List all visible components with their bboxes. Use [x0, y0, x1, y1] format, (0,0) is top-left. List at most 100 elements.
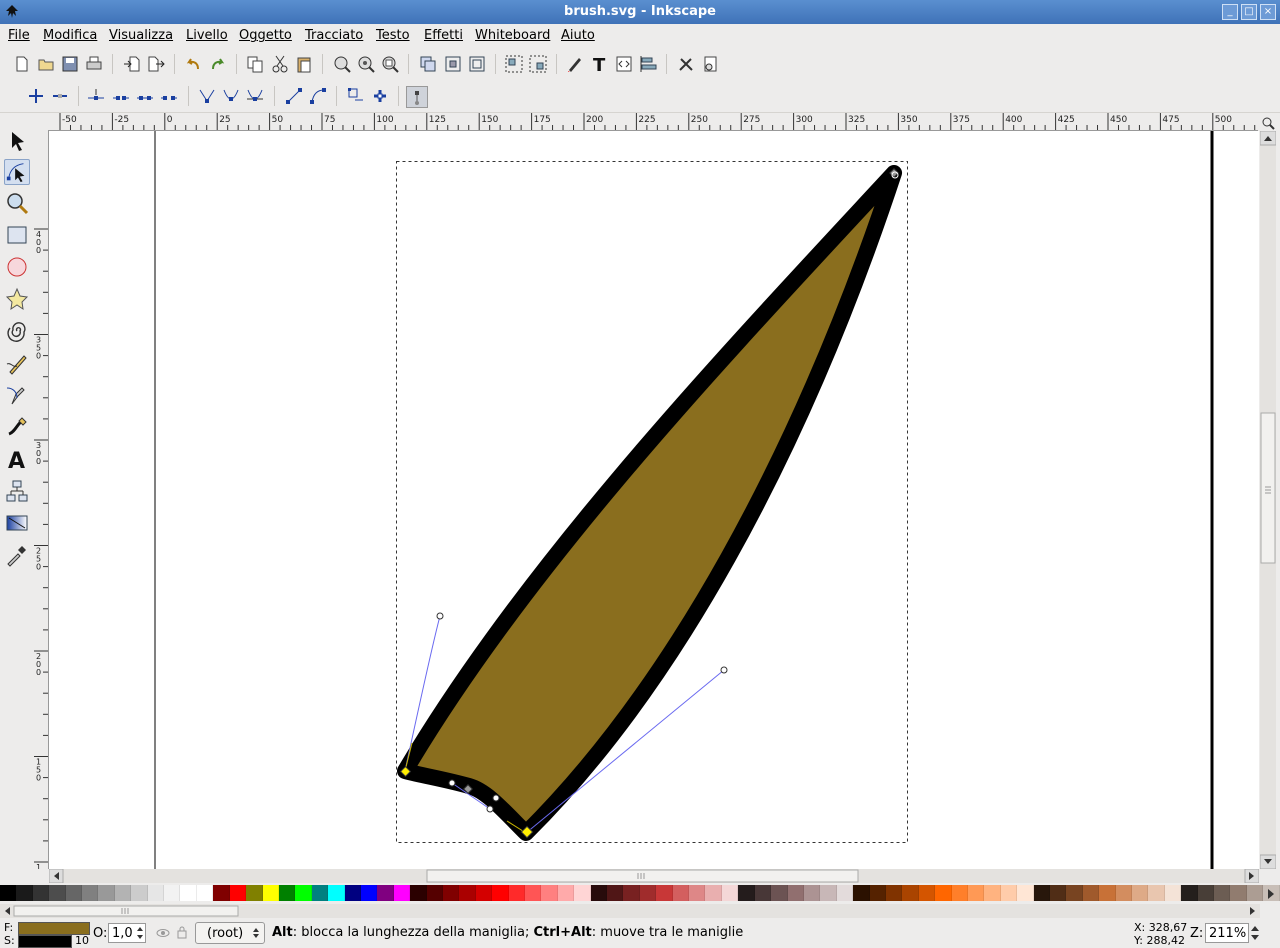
delete-node-icon[interactable]	[50, 86, 70, 106]
document-properties-icon[interactable]	[700, 54, 720, 74]
group-icon[interactable]	[504, 54, 524, 74]
redo-icon[interactable]	[208, 54, 228, 74]
color-swatch[interactable]	[1197, 885, 1215, 901]
color-swatch[interactable]	[344, 885, 361, 901]
insert-node-icon[interactable]	[26, 86, 46, 106]
save-icon[interactable]	[60, 54, 80, 74]
spiral-tool-icon[interactable]	[4, 318, 30, 344]
color-swatch[interactable]	[984, 885, 1001, 901]
calligraphy-tool-icon[interactable]	[4, 414, 30, 440]
print-icon[interactable]	[84, 54, 104, 74]
bezier-handle[interactable]	[486, 805, 494, 813]
pencil-tool-icon[interactable]	[4, 350, 30, 376]
break-path-icon[interactable]	[111, 86, 131, 106]
drawing-canvas[interactable]	[49, 131, 1259, 869]
zoom-corner-icon[interactable]	[1261, 116, 1275, 130]
zoom-selection-icon[interactable]	[332, 54, 352, 74]
stroke-to-path-icon[interactable]	[370, 86, 390, 106]
open-icon[interactable]	[36, 54, 56, 74]
export-icon[interactable]	[146, 54, 166, 74]
zoom-spin-icon[interactable]	[1250, 924, 1260, 942]
color-swatch[interactable]	[442, 885, 460, 901]
align-icon[interactable]	[638, 54, 658, 74]
palette-scrollbar[interactable]	[0, 904, 1260, 918]
color-swatch[interactable]	[278, 885, 296, 901]
preferences-icon[interactable]	[676, 54, 696, 74]
curve-segment-icon[interactable]	[308, 86, 328, 106]
color-swatch[interactable]	[98, 885, 115, 901]
unlink-clone-icon[interactable]	[467, 54, 487, 74]
undo-icon[interactable]	[183, 54, 203, 74]
color-swatch[interactable]	[525, 885, 542, 901]
color-swatch[interactable]	[131, 885, 148, 901]
color-swatch[interactable]	[935, 885, 952, 901]
rectangle-tool-icon[interactable]	[4, 222, 30, 248]
menu-livello[interactable]: Livello	[186, 28, 228, 43]
smooth-node-icon[interactable]	[221, 86, 241, 106]
paste-icon[interactable]	[294, 54, 314, 74]
text-tool-icon[interactable]: A	[4, 446, 30, 472]
color-swatch[interactable]	[820, 885, 837, 901]
import-icon[interactable]	[122, 54, 142, 74]
color-swatch[interactable]	[16, 885, 33, 901]
color-swatch[interactable]	[295, 885, 312, 901]
color-swatch[interactable]	[771, 885, 788, 901]
menu-visualizza[interactable]: Visualizza	[109, 28, 173, 43]
line-segment-icon[interactable]	[284, 86, 304, 106]
color-swatch[interactable]	[1115, 885, 1133, 901]
bezier-handle[interactable]	[448, 779, 456, 787]
color-swatch[interactable]	[541, 885, 558, 901]
show-handles-icon[interactable]	[406, 86, 428, 108]
color-swatch[interactable]	[672, 885, 690, 901]
vertical-scrollbar[interactable]	[1259, 130, 1277, 870]
color-swatch[interactable]	[459, 885, 476, 901]
color-swatch[interactable]	[836, 885, 854, 901]
color-swatch[interactable]	[360, 885, 378, 901]
color-swatch[interactable]	[1164, 885, 1182, 901]
color-swatch[interactable]	[426, 885, 443, 901]
color-swatch[interactable]	[967, 885, 985, 901]
color-swatch[interactable]	[1099, 885, 1116, 901]
menu-aiuto[interactable]: Aiuto	[561, 28, 595, 43]
bezier-handle[interactable]	[436, 612, 444, 620]
color-swatch[interactable]	[738, 885, 755, 901]
zoom-drawing-icon[interactable]	[356, 54, 376, 74]
stroke-swatch[interactable]	[18, 935, 72, 948]
color-swatch[interactable]	[1017, 885, 1034, 901]
pen-tool-icon[interactable]	[4, 382, 30, 408]
color-swatch[interactable]	[951, 885, 968, 901]
canvas-drawing[interactable]	[49, 131, 1259, 869]
layer-dropdown[interactable]: (root)	[195, 922, 265, 944]
color-swatch[interactable]	[1082, 885, 1100, 901]
color-swatch[interactable]	[65, 885, 83, 901]
color-swatch[interactable]	[1066, 885, 1083, 901]
xml-editor-icon[interactable]	[614, 54, 634, 74]
color-swatch[interactable]	[1000, 885, 1018, 901]
menu-whiteboard[interactable]: Whiteboard	[475, 28, 550, 43]
duplicate-icon[interactable]	[418, 54, 438, 74]
color-swatch[interactable]	[49, 885, 66, 901]
object-to-path-icon[interactable]	[346, 86, 366, 106]
color-swatch[interactable]	[721, 885, 739, 901]
color-swatch[interactable]	[1050, 885, 1067, 901]
palette-scroll-right-icon[interactable]	[1264, 887, 1278, 901]
bezier-handle[interactable]	[720, 666, 728, 674]
visibility-eye-icon[interactable]	[156, 926, 170, 940]
color-swatch[interactable]	[623, 885, 640, 901]
clone-icon[interactable]	[443, 54, 463, 74]
color-swatch[interactable]	[213, 885, 230, 901]
delete-segment-icon[interactable]	[159, 86, 179, 106]
color-swatch[interactable]	[754, 885, 772, 901]
connector-tool-icon[interactable]	[4, 478, 30, 504]
color-swatch[interactable]	[1181, 885, 1198, 901]
color-swatch[interactable]	[1033, 885, 1050, 901]
color-swatch[interactable]	[918, 885, 936, 901]
copy-icon[interactable]	[245, 54, 265, 74]
text-icon[interactable]: T	[590, 54, 610, 74]
zoom-tool-icon[interactable]	[4, 190, 30, 216]
color-swatch[interactable]	[689, 885, 706, 901]
maximize-icon[interactable]: □	[1241, 4, 1257, 20]
minimize-icon[interactable]: _	[1222, 4, 1238, 20]
color-swatch[interactable]	[1148, 885, 1165, 901]
gradient-tool-icon[interactable]	[4, 510, 30, 536]
